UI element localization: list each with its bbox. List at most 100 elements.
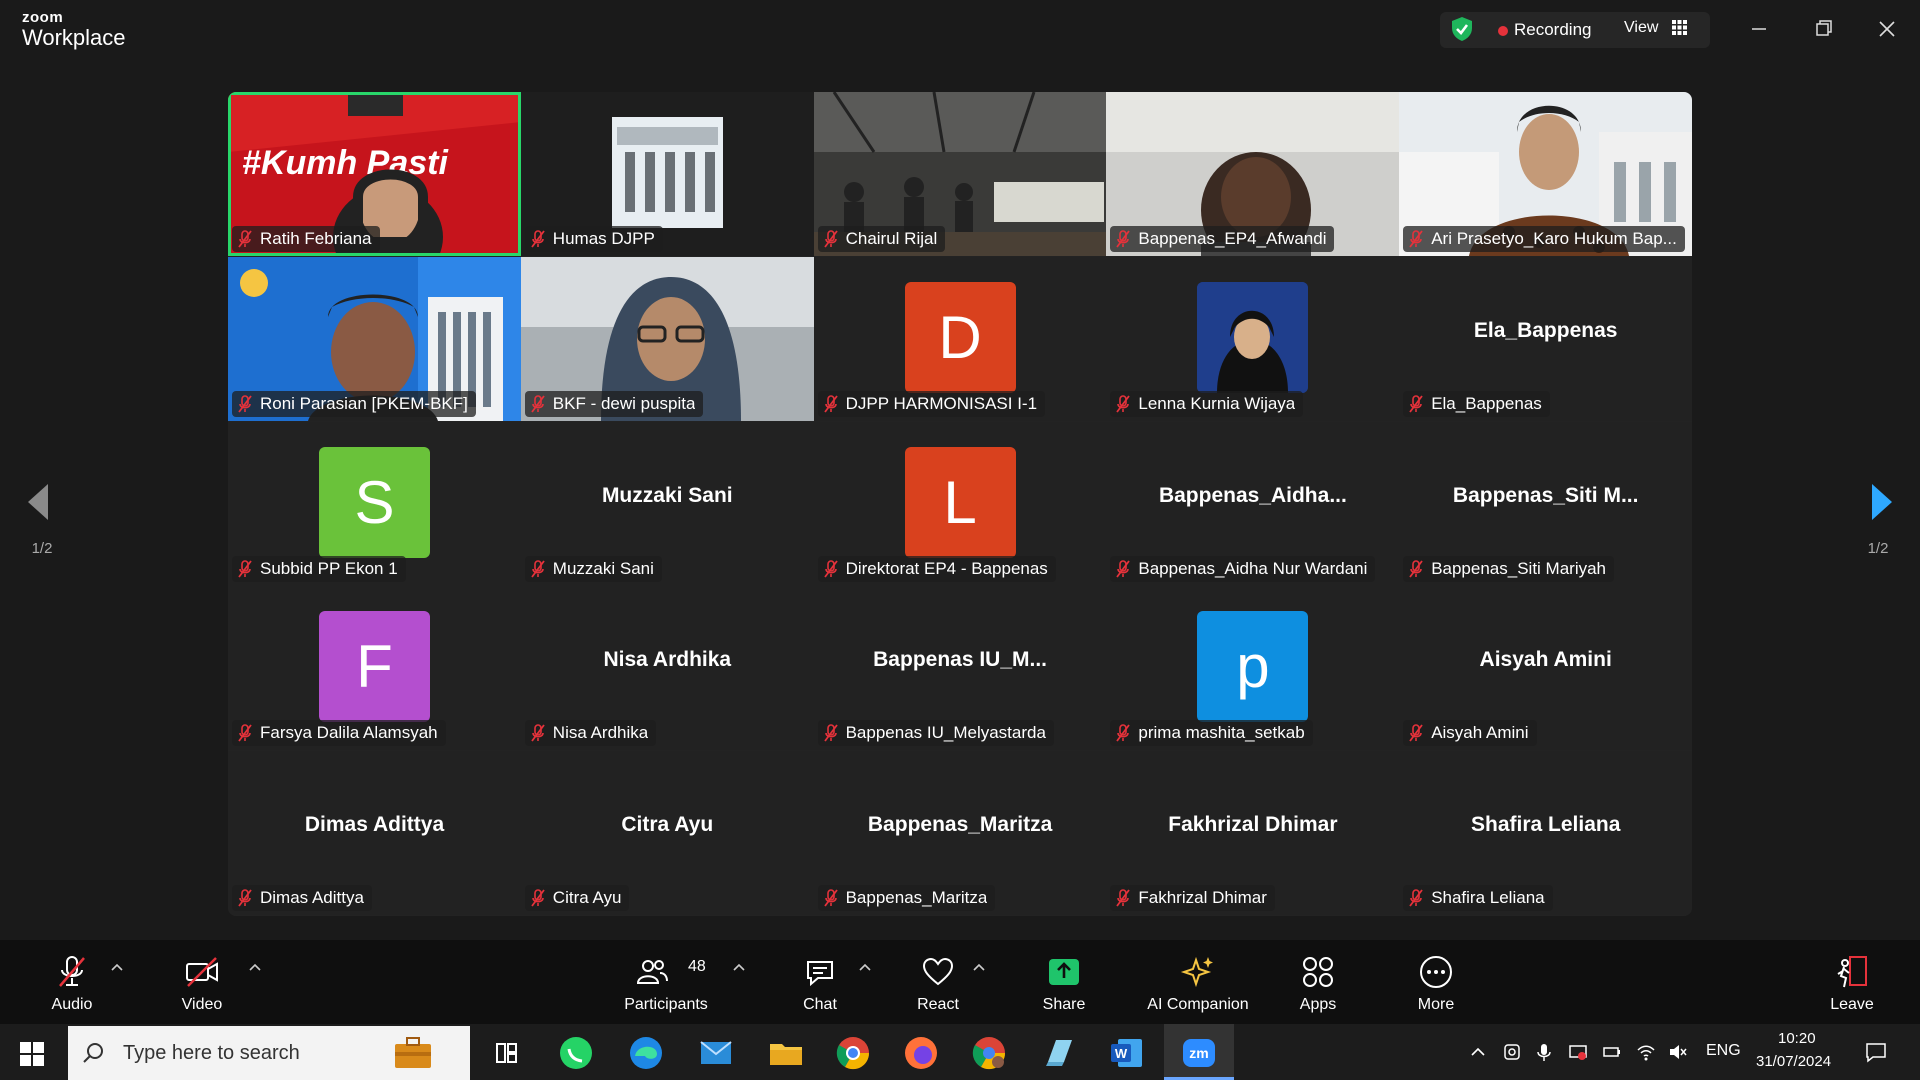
ai-companion-button[interactable]: AI Companion [1140, 940, 1256, 1024]
participant-tile[interactable]: BKF - dewi puspita [520, 256, 814, 421]
participant-tile[interactable]: Shafira Leliana Shafira Leliana [1399, 751, 1692, 916]
audio-button[interactable]: Audio [40, 940, 104, 1024]
participants-button[interactable]: 48 Participants [616, 940, 716, 1024]
participants-options-chevron-icon[interactable] [732, 962, 746, 972]
close-icon[interactable] [1870, 14, 1904, 44]
leave-button[interactable]: Leave [1820, 940, 1884, 1024]
word-icon[interactable]: W [1106, 1032, 1148, 1074]
video-options-chevron-icon[interactable] [248, 962, 262, 972]
mic-muted-icon [823, 889, 838, 907]
zoom-app-icon: zm [1183, 1039, 1215, 1067]
participant-name: Citra Ayu [552, 888, 622, 908]
participant-tile[interactable]: Roni Parasian [PKEM-BKF] [228, 256, 521, 421]
react-options-chevron-icon[interactable] [972, 962, 986, 972]
avatar-letter: S [319, 446, 430, 558]
leave-icon [1837, 956, 1867, 988]
firefox-icon[interactable] [900, 1032, 942, 1074]
participant-tile[interactable]: Aisyah Amini Aisyah Amini [1399, 586, 1692, 751]
battery-icon[interactable] [1602, 1042, 1622, 1062]
participant-name-tag: Ari Prasetyo_Karo Hukum Bap... [1403, 226, 1685, 252]
camera-tray-icon[interactable] [1502, 1042, 1522, 1062]
apps-button[interactable]: Apps [1286, 940, 1350, 1024]
participant-tile[interactable]: Fakhrizal Dhimar Fakhrizal Dhimar [1106, 751, 1400, 916]
participant-tile[interactable]: Ari Prasetyo_Karo Hukum Bap... [1399, 92, 1692, 256]
participant-display-name: Ela_Bappenas [1473, 318, 1618, 342]
ai-companion-label: AI Companion [1147, 996, 1249, 1013]
participant-tile[interactable]: Bappenas_EP4_Afwandi [1106, 92, 1400, 256]
next-page-button[interactable]: 1/2 [1848, 440, 1908, 562]
zoom-taskbar-item[interactable]: zm [1164, 1024, 1234, 1080]
participant-tile[interactable]: Bappenas_Maritza Bappenas_Maritza [813, 751, 1107, 916]
more-button[interactable]: More [1404, 940, 1468, 1024]
participant-tile[interactable]: Lenna Kurnia Wijaya [1106, 256, 1400, 421]
share-button[interactable]: Share [1032, 940, 1096, 1024]
participant-name: Aisyah Amini [1431, 723, 1529, 743]
clock-date[interactable]: 31/07/2024 [1756, 1053, 1831, 1070]
file-explorer-icon[interactable] [765, 1032, 807, 1074]
notes-app-icon[interactable] [1038, 1032, 1080, 1074]
language-indicator[interactable]: ENG [1706, 1042, 1741, 1060]
recording-label[interactable]: Recording [1514, 20, 1592, 40]
participant-tile[interactable]: Dimas Adittya Dimas Adittya [228, 751, 521, 916]
participant-name: Direktorat EP4 - Bappenas [845, 558, 1048, 578]
participant-name-tag: Direktorat EP4 - Bappenas [817, 555, 1056, 582]
clock-time[interactable]: 10:20 [1778, 1030, 1816, 1047]
taskbar-search-input[interactable]: Type here to search [68, 1026, 470, 1080]
volume-muted-icon[interactable] [1668, 1042, 1688, 1062]
participant-tile[interactable]: F Farsya Dalila Alamsyah [228, 586, 521, 751]
mic-muted-icon [1116, 889, 1131, 907]
grid-view-icon[interactable] [1672, 20, 1687, 35]
notification-icon[interactable] [1864, 1040, 1888, 1064]
participant-tile[interactable]: Muzzaki Sani Muzzaki Sani [520, 421, 814, 586]
whatsapp-icon[interactable] [555, 1032, 597, 1074]
mic-muted-icon [531, 889, 545, 907]
participant-name: Shafira Leliana [1431, 888, 1545, 908]
restore-icon[interactable] [1806, 14, 1840, 44]
task-view-icon[interactable] [485, 1032, 527, 1074]
participant-tile[interactable]: p prima mashita_setkab [1106, 586, 1400, 751]
audio-label: Audio [51, 996, 93, 1013]
chrome-profile-icon[interactable] [968, 1032, 1010, 1074]
participant-tile[interactable]: S Subbid PP Ekon 1 [228, 421, 521, 586]
participant-tile[interactable]: Ela_Bappenas Ela_Bappenas [1399, 256, 1692, 421]
shield-check-icon[interactable] [1450, 16, 1474, 42]
participant-tile[interactable]: Humas DJPP [520, 92, 814, 256]
audio-options-chevron-icon[interactable] [110, 962, 124, 972]
participant-name: Nisa Ardhika [552, 723, 649, 743]
participant-tile[interactable]: Bappenas_Siti M... Bappenas_Siti Mariyah [1399, 421, 1692, 586]
participant-tile[interactable]: Nisa Ardhika Nisa Ardhika [520, 586, 814, 751]
wifi-icon[interactable] [1636, 1042, 1656, 1062]
mail-icon[interactable] [695, 1032, 737, 1074]
participant-name-tag: Chairul Rijal [817, 226, 946, 252]
participant-name: prima mashita_setkab [1138, 723, 1305, 743]
mic-muted-icon [1116, 394, 1131, 413]
minimize-icon[interactable] [1742, 14, 1776, 44]
briefcase-icon[interactable] [393, 1034, 433, 1072]
participant-tile[interactable]: L Direktorat EP4 - Bappenas [813, 421, 1107, 586]
screen-record-tray-icon[interactable] [1568, 1042, 1588, 1062]
react-button[interactable]: React [906, 940, 970, 1024]
mic-muted-icon [823, 394, 838, 413]
participant-tile[interactable]: Bappenas IU_M... Bappenas IU_Melyastarda [813, 586, 1107, 751]
edge-icon[interactable] [625, 1032, 667, 1074]
participant-tile[interactable]: #Kumh Pasti Ratih Febriana [228, 92, 521, 256]
chat-button[interactable]: Chat [788, 940, 852, 1024]
participant-name: DJPP HARMONISASI I-1 [845, 393, 1038, 413]
chat-options-chevron-icon[interactable] [858, 962, 872, 972]
previous-page-button[interactable]: 1/2 [12, 440, 72, 562]
mic-muted-icon [823, 559, 838, 578]
avatar-letter: p [1197, 611, 1309, 723]
participant-tile[interactable]: Chairul Rijal [813, 92, 1107, 256]
participant-tile[interactable]: Citra Ayu Citra Ayu [520, 751, 814, 916]
participant-name: Muzzaki Sani [552, 558, 654, 578]
microphone-tray-icon[interactable] [1534, 1042, 1554, 1062]
participant-name-tag: Bappenas_Aidha Nur Wardani [1110, 555, 1376, 582]
tray-expand-chevron-icon[interactable] [1468, 1042, 1488, 1062]
windows-start-icon[interactable] [20, 1042, 44, 1066]
participant-tile[interactable]: Bappenas_Aidha... Bappenas_Aidha Nur Ward… [1106, 421, 1400, 586]
video-button[interactable]: Video [170, 940, 234, 1024]
chrome-icon[interactable] [832, 1032, 874, 1074]
participant-display-name: Bappenas_Maritza [867, 813, 1053, 837]
view-button[interactable]: View [1624, 19, 1658, 37]
participant-tile[interactable]: D DJPP HARMONISASI I-1 [813, 256, 1107, 421]
